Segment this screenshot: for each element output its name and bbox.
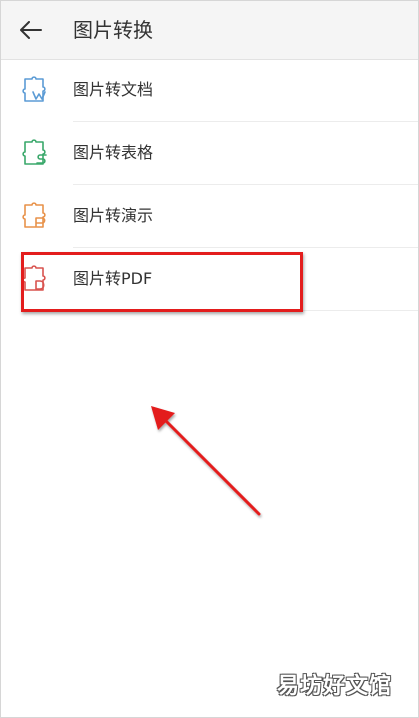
divider bbox=[73, 310, 418, 311]
back-button[interactable] bbox=[11, 13, 51, 47]
menu-item-picture-to-pdf[interactable]: 图片转PDF bbox=[1, 248, 418, 311]
app-screen: 图片转换 图片转文档 图片转表格 图片转演示 图片转PDF 易坊好文馆 bbox=[0, 0, 419, 718]
menu-item-picture-to-sheet[interactable]: 图片转表格 bbox=[1, 122, 418, 185]
picture-to-slides-icon bbox=[22, 202, 46, 228]
picture-to-pdf-icon bbox=[22, 265, 46, 291]
picture-to-doc-icon bbox=[22, 76, 46, 102]
watermark-text: 易坊好文馆 bbox=[276, 674, 392, 699]
page-title: 图片转换 bbox=[73, 18, 153, 42]
red-arrow-annotation bbox=[151, 406, 261, 516]
picture-to-sheet-icon bbox=[22, 139, 47, 165]
menu-item-label: 图片转文档 bbox=[73, 80, 154, 99]
menu-item-label: 图片转演示 bbox=[73, 206, 154, 225]
top-bar: 图片转换 bbox=[1, 1, 418, 60]
conversion-menu: 图片转文档 图片转表格 图片转演示 图片转PDF bbox=[1, 59, 418, 311]
arrow-left-icon bbox=[20, 21, 42, 39]
menu-item-picture-to-slides[interactable]: 图片转演示 bbox=[1, 185, 418, 248]
menu-item-picture-to-doc[interactable]: 图片转文档 bbox=[1, 59, 418, 122]
menu-item-label: 图片转表格 bbox=[73, 143, 154, 162]
menu-item-label: 图片转PDF bbox=[73, 269, 153, 288]
